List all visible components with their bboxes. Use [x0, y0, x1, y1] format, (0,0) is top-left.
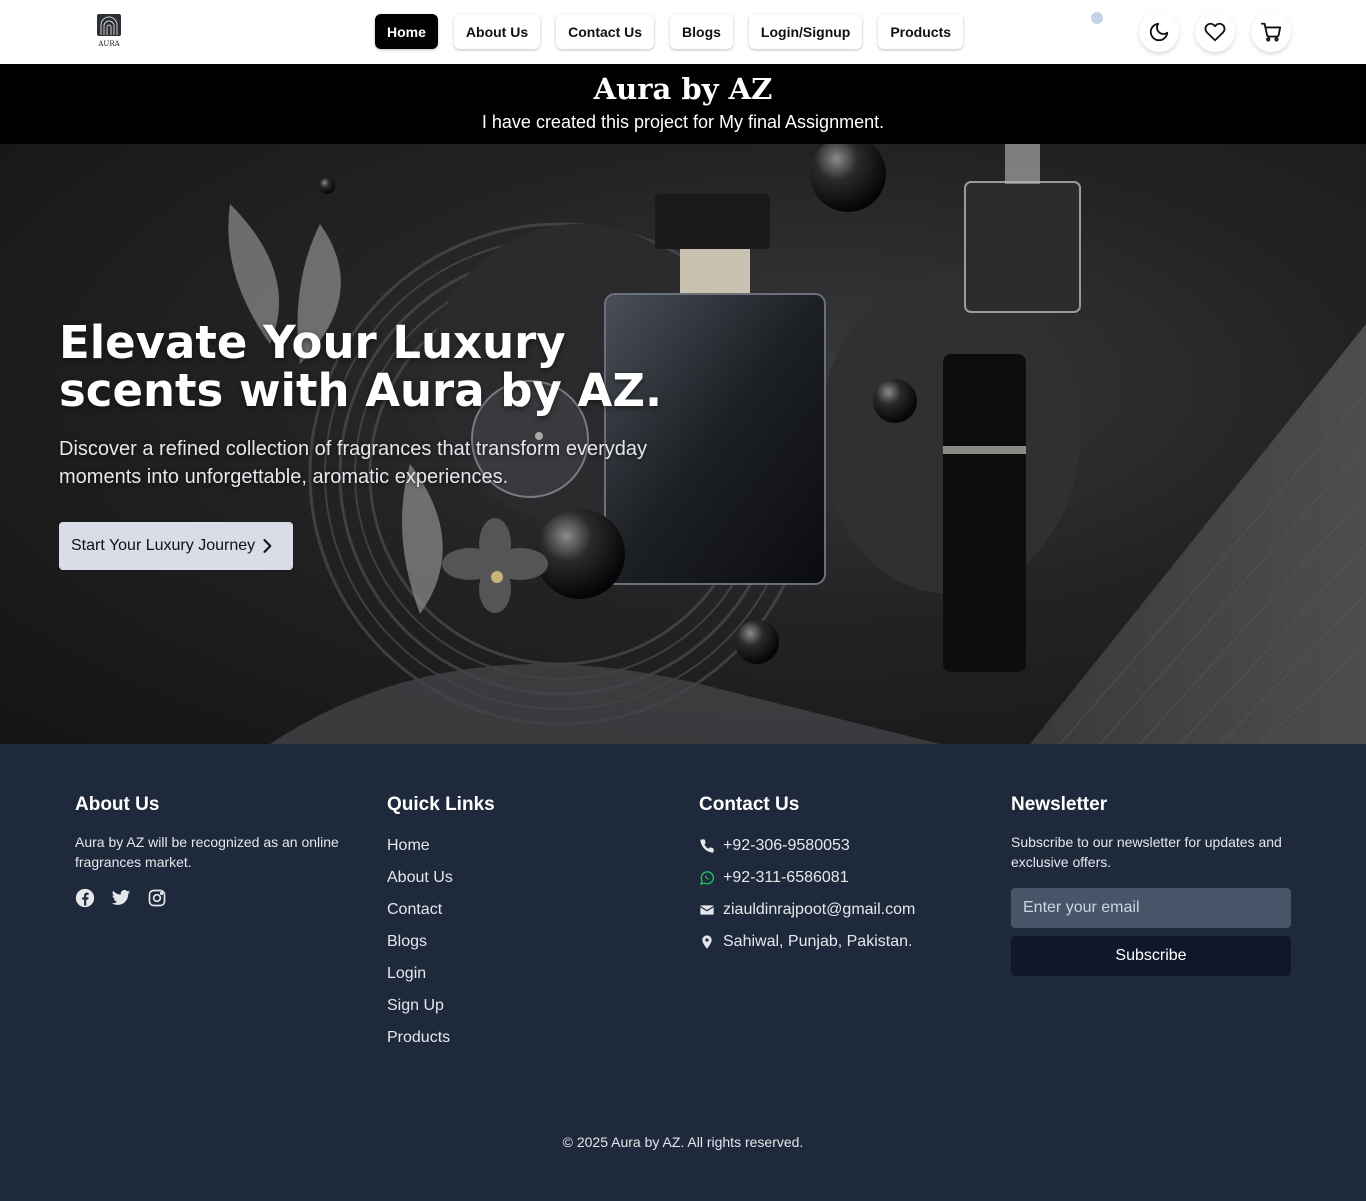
nav-contact-us[interactable]: Contact Us [556, 14, 655, 49]
chevron-right-icon [257, 536, 277, 561]
footer-link-contact[interactable]: Contact [387, 894, 677, 926]
footer-link-products[interactable]: Products [387, 1022, 677, 1054]
title-banner: Aura by AZ I have created this project f… [0, 64, 1366, 144]
footer-contact-heading: Contact Us [699, 794, 800, 815]
footer-newsletter-section: Newsletter Subscribe to our newsletter f… [1011, 794, 1301, 976]
wishlist-button[interactable] [1195, 12, 1235, 52]
svg-text:AURA: AURA [97, 40, 120, 48]
nav-blogs[interactable]: Blogs [670, 14, 733, 49]
contact-whatsapp[interactable]: +92-311-6586081 [699, 862, 989, 894]
facebook-icon[interactable] [75, 888, 95, 908]
contact-address-text: Sahiwal, Punjab, Pakistan. [723, 933, 913, 950]
footer-link-home[interactable]: Home [387, 830, 677, 862]
site-header: AURA Home About Us Contact Us Blogs Logi… [0, 0, 1366, 64]
scroll-to-top-button[interactable] [1310, 1194, 1350, 1201]
footer-link-sign-up[interactable]: Sign Up [387, 990, 677, 1022]
banner-title: Aura by AZ [593, 72, 773, 106]
heart-icon [1204, 22, 1226, 42]
aura-logo[interactable]: AURA [93, 13, 125, 51]
whatsapp-icon [699, 870, 715, 886]
hero-description: Discover a refined collection of fragran… [59, 438, 648, 488]
footer-about-text: Aura by AZ will be recognized as an onli… [75, 834, 339, 870]
start-journey-button[interactable]: Start Your Luxury Journey [59, 522, 293, 570]
cart-button[interactable] [1251, 12, 1291, 52]
instagram-icon[interactable] [147, 888, 167, 908]
nav-login-signup[interactable]: Login/Signup [748, 14, 863, 49]
twitter-icon[interactable] [111, 888, 131, 908]
copyright-text: © 2025 Aura by AZ. All rights reserved. [562, 1134, 804, 1150]
nav-home[interactable]: Home [375, 14, 438, 49]
phone-icon [699, 838, 715, 854]
social-links [75, 888, 365, 908]
contact-email-text: ziauldinrajpoot@gmail.com [723, 901, 916, 918]
footer-contact-section: Contact Us +92-306-9580053 +92-311-65860… [699, 794, 989, 958]
hero-heading: Elevate Your Luxury scents with Aura by … [59, 316, 663, 417]
newsletter-email-input[interactable] [1011, 888, 1291, 928]
nav-products[interactable]: Products [878, 14, 964, 49]
banner-subtitle: I have created this project for My final… [481, 112, 885, 132]
footer-newsletter-text: Subscribe to our newsletter for updates … [1011, 834, 1282, 870]
contact-address: Sahiwal, Punjab, Pakistan. [699, 926, 989, 958]
envelope-icon [699, 902, 715, 918]
status-dot [1091, 12, 1103, 24]
contact-whatsapp-text: +92-311-6586081 [723, 869, 849, 886]
footer-link-blogs[interactable]: Blogs [387, 926, 677, 958]
contact-email[interactable]: ziauldinrajpoot@gmail.com [699, 894, 989, 926]
footer-link-about-us[interactable]: About Us [387, 862, 677, 894]
footer-about-heading: About Us [75, 794, 160, 815]
location-pin-icon [699, 934, 715, 950]
subscribe-button[interactable]: Subscribe [1011, 936, 1291, 976]
moon-icon [1149, 22, 1169, 42]
footer-newsletter-heading: Newsletter [1011, 794, 1108, 815]
site-footer: About Us Aura by AZ will be recognized a… [0, 744, 1366, 1201]
start-journey-label: Start Your Luxury Journey [71, 537, 256, 554]
nav-about-us[interactable]: About Us [453, 14, 541, 49]
theme-toggle-button[interactable] [1139, 12, 1179, 52]
footer-link-login[interactable]: Login [387, 958, 677, 990]
cart-icon [1260, 22, 1282, 42]
contact-phone[interactable]: +92-306-9580053 [699, 830, 989, 862]
footer-quick-links-section: Quick Links Home About Us Contact Blogs … [387, 794, 677, 1054]
footer-about-section: About Us Aura by AZ will be recognized a… [75, 794, 365, 908]
main-nav: Home About Us Contact Us Blogs Login/Sig… [375, 14, 964, 49]
contact-phone-text: +92-306-9580053 [723, 837, 850, 854]
footer-quick-links-heading: Quick Links [387, 794, 495, 815]
hero-section: Elevate Your Luxury scents with Aura by … [0, 144, 1366, 744]
